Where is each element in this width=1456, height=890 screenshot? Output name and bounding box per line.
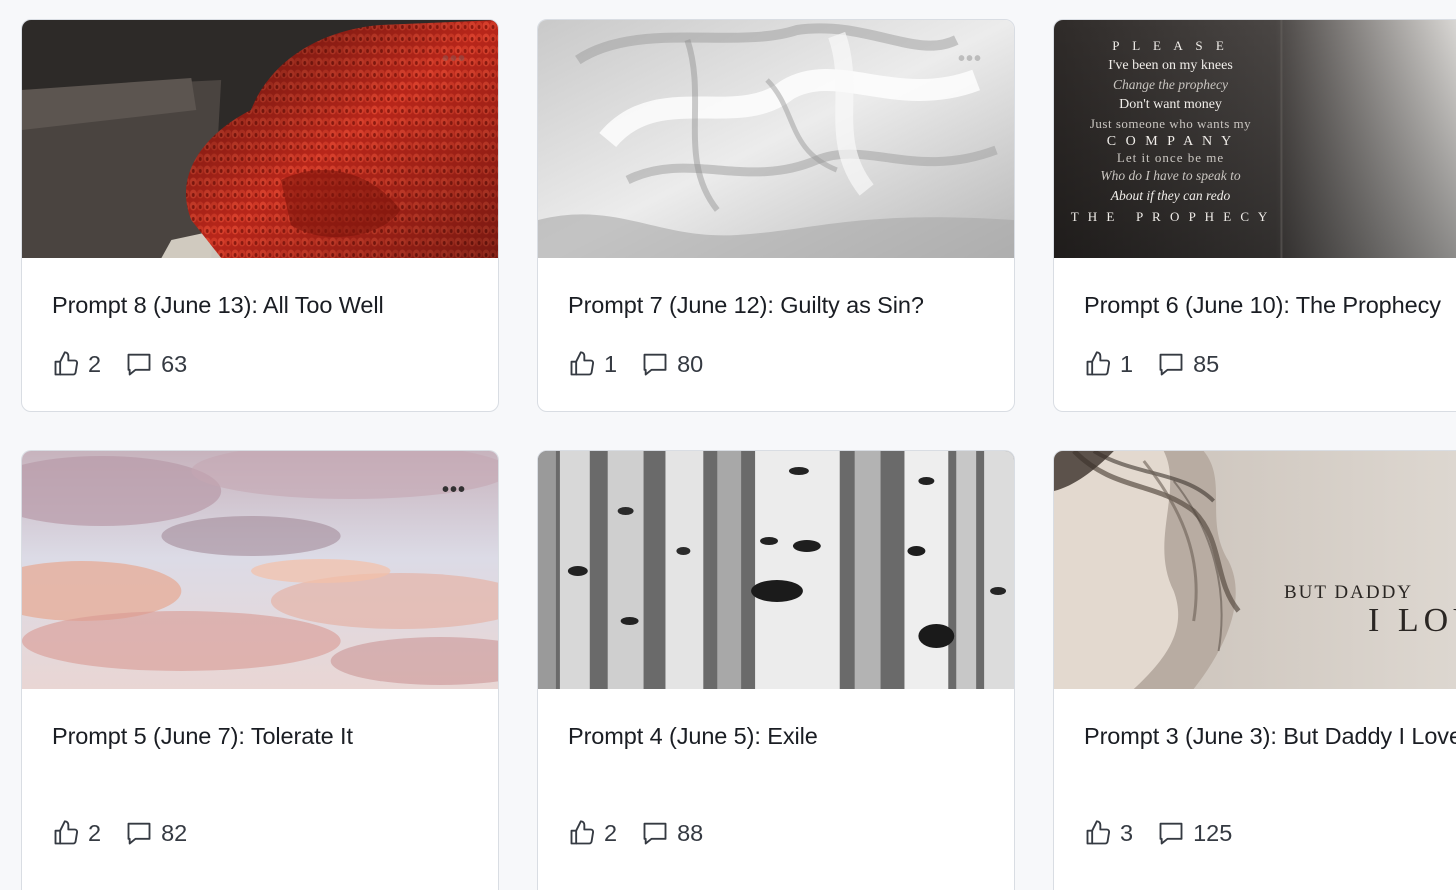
like-button[interactable]: 2	[52, 819, 101, 847]
lyric-line: Change the prophecy	[1113, 77, 1228, 93]
thumbs-up-icon	[570, 820, 595, 845]
like-count: 2	[604, 819, 618, 846]
like-button[interactable]: 2	[568, 819, 617, 847]
post-title[interactable]: Prompt 8 (June 13): All Too Well	[22, 258, 498, 323]
post-card[interactable]: P L E A S E I've been on my knees Change…	[1053, 19, 1456, 412]
comment-count: 85	[1193, 350, 1220, 377]
lyric-line: Don't want money	[1119, 96, 1222, 112]
post-stats: 1 80	[568, 350, 703, 378]
post-title[interactable]: Prompt 4 (June 5): Exile	[538, 689, 1014, 754]
comment-icon	[643, 822, 667, 845]
comment-icon	[643, 353, 667, 376]
post-stats: 2 82	[52, 819, 187, 847]
like-button[interactable]: 1	[568, 350, 617, 378]
comment-icon	[1159, 353, 1183, 376]
like-count: 1	[604, 350, 618, 377]
like-button[interactable]: 2	[52, 350, 101, 378]
comment-count: 80	[677, 350, 704, 377]
like-count: 2	[88, 350, 102, 377]
post-card[interactable]: ••• Prompt 5 (June 7): Tolerate It 2 82	[21, 450, 499, 890]
comment-icon	[1159, 822, 1183, 845]
comment-button[interactable]: 82	[125, 819, 187, 847]
post-card[interactable]: Prompt 4 (June 5): Exile 2 88	[537, 450, 1015, 890]
post-stats: 2 63	[52, 350, 187, 378]
like-button[interactable]: 1	[1084, 350, 1133, 378]
post-card[interactable]: BUT DADDY I LOVE HIM Prompt 3 (June 3): …	[1053, 450, 1456, 890]
lyric-line: P L E A S E	[1112, 38, 1229, 53]
more-options-icon[interactable]: •••	[958, 49, 982, 69]
post-stats: 1 85	[1084, 350, 1219, 378]
thumbs-up-icon	[1086, 820, 1111, 845]
lyrics-overlay: P L E A S E I've been on my knees Change…	[1054, 36, 1287, 227]
like-count: 3	[1120, 819, 1134, 846]
comment-count: 88	[677, 819, 704, 846]
post-image-birch[interactable]	[538, 451, 1014, 689]
post-image-prophecy-lyrics[interactable]: P L E A S E I've been on my knees Change…	[1054, 20, 1456, 258]
comment-icon	[127, 822, 151, 845]
lyric-line: I've been on my knees	[1108, 57, 1233, 73]
more-options-icon[interactable]: •••	[442, 480, 466, 500]
thumbs-up-icon	[54, 351, 79, 376]
lyric-line: T H E P R O P H E C Y	[1070, 209, 1271, 225]
post-image-red-knit[interactable]: •••	[22, 20, 498, 258]
lyric-line: C O M P A N Y	[1106, 133, 1235, 149]
post-title[interactable]: Prompt 6 (June 10): The Prophecy	[1054, 258, 1456, 323]
thumbs-up-icon	[1086, 351, 1111, 376]
comment-icon	[127, 353, 151, 376]
overlay-line: I LOVE HIM	[1368, 602, 1456, 639]
comment-count: 82	[161, 819, 188, 846]
comment-button[interactable]: 85	[1157, 350, 1219, 378]
comment-count: 125	[1193, 819, 1233, 846]
red-knit-scarf-image	[22, 20, 498, 258]
thumbs-up-icon	[54, 820, 79, 845]
overlay-line: BUT DADDY	[1284, 582, 1414, 603]
comment-button[interactable]: 63	[125, 350, 187, 378]
lyric-line: Let it once be me	[1116, 149, 1225, 165]
pink-clouds-sky-image	[22, 451, 498, 689]
lyric-line: Who do I have to speak to	[1100, 167, 1241, 183]
comment-button[interactable]: 88	[641, 819, 703, 847]
more-options-icon[interactable]: •••	[442, 49, 466, 69]
thumbs-up-icon	[570, 351, 595, 376]
comment-button[interactable]: 80	[641, 350, 703, 378]
lyric-line: Just someone who wants my	[1089, 116, 1252, 132]
like-count: 1	[1120, 350, 1134, 377]
lyric-line: About if they can redo	[1110, 187, 1231, 203]
post-image-sky[interactable]: •••	[22, 451, 498, 689]
post-title[interactable]: Prompt 3 (June 3): But Daddy I Love Him	[1054, 689, 1456, 754]
post-stats: 3 125	[1084, 819, 1232, 847]
post-image-bedsheets[interactable]: •••	[538, 20, 1014, 258]
post-stats: 2 88	[568, 819, 703, 847]
post-card[interactable]: ••• Prompt 8 (June 13): All Too Well 2 6…	[21, 19, 499, 412]
birch-trees-image	[538, 451, 1014, 689]
comment-button[interactable]: 125	[1157, 819, 1232, 847]
woman-hair-portrait-image	[1054, 451, 1456, 689]
white-bedsheets-image	[538, 20, 1014, 258]
title-overlay: BUT DADDY I LOVE HIM	[1284, 582, 1456, 640]
comment-count: 63	[161, 350, 188, 377]
post-title[interactable]: Prompt 7 (June 12): Guilty as Sin?	[538, 258, 1014, 323]
like-button[interactable]: 3	[1084, 819, 1133, 847]
post-title[interactable]: Prompt 5 (June 7): Tolerate It	[22, 689, 498, 754]
like-count: 2	[88, 819, 102, 846]
post-card[interactable]: ••• Prompt 7 (June 12): Guilty as Sin? 1…	[537, 19, 1015, 412]
post-image-portrait[interactable]: BUT DADDY I LOVE HIM	[1054, 451, 1456, 689]
